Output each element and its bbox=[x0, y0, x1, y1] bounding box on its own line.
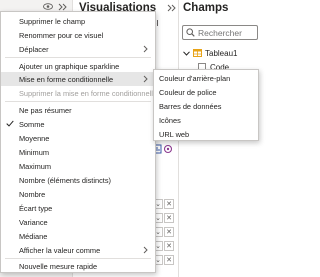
double-chevron-right-icon[interactable] bbox=[58, 3, 67, 11]
menu-item-dont-summarize[interactable]: Ne pas résumer bbox=[1, 103, 155, 117]
submenu-item-data-bars[interactable]: Barres de données bbox=[154, 99, 258, 113]
menu-item-label: Afficher la valeur comme bbox=[19, 245, 101, 255]
menu-item-maximum[interactable]: Maximum bbox=[1, 159, 155, 173]
menu-item-rename[interactable]: Renommer pour ce visuel bbox=[1, 28, 155, 42]
eye-icon[interactable] bbox=[43, 3, 53, 10]
menu-item-remove-field[interactable]: Supprimer le champ bbox=[1, 14, 155, 28]
menu-item-median[interactable]: Médiane bbox=[1, 229, 155, 243]
menu-item-label: Maximum bbox=[19, 161, 52, 171]
table-name: Tableau1 bbox=[205, 48, 238, 58]
menu-item-label: Médiane bbox=[19, 231, 48, 241]
menu-item-label: Nombre (éléments distincts) bbox=[19, 175, 112, 185]
menu-item-label: Ajouter un graphique sparkline bbox=[19, 61, 120, 71]
submenu-item-background-color[interactable]: Couleur d'arrière-plan bbox=[154, 71, 258, 85]
menu-item-add-sparkline[interactable]: Ajouter un graphique sparkline bbox=[1, 59, 155, 73]
chevron-down-icon[interactable] bbox=[183, 50, 190, 56]
menu-item-label: Moyenne bbox=[19, 133, 50, 143]
chevron-right-icon bbox=[143, 45, 148, 53]
submenu-item-label: Couleur d'arrière-plan bbox=[159, 73, 231, 83]
checkmark-icon bbox=[6, 120, 14, 127]
chevron-right-icon bbox=[143, 246, 148, 254]
submenu-item-icons[interactable]: Icônes bbox=[154, 113, 258, 127]
menu-separator bbox=[5, 101, 151, 102]
submenu-item-label: Barres de données bbox=[159, 101, 222, 111]
menu-item-sum[interactable]: Somme bbox=[1, 117, 155, 131]
table-item[interactable]: Tableau1 bbox=[183, 47, 237, 59]
menu-item-label: Ne pas résumer bbox=[19, 105, 72, 115]
menu-item-label: Supprimer la mise en forme conditionnell… bbox=[19, 88, 158, 98]
menu-item-label: Mise en forme conditionnelle bbox=[19, 74, 114, 84]
menu-item-remove-conditional-formatting: Supprimer la mise en forme conditionnell… bbox=[1, 86, 158, 100]
menu-item-label: Déplacer bbox=[19, 44, 49, 54]
search-box[interactable] bbox=[182, 25, 258, 40]
conditional-formatting-submenu: Couleur d'arrière-plan Couleur de police… bbox=[153, 69, 259, 141]
submenu-item-label: Couleur de police bbox=[159, 87, 217, 97]
close-icon[interactable]: ✕ bbox=[164, 240, 174, 251]
menu-item-label: Renommer pour ce visuel bbox=[19, 30, 104, 40]
menu-item-label: Nouvelle mesure rapide bbox=[19, 261, 98, 271]
menu-item-minimum[interactable]: Minimum bbox=[1, 145, 155, 159]
submenu-item-label: Icônes bbox=[159, 115, 181, 125]
menu-item-label: Supprimer le champ bbox=[19, 16, 86, 26]
submenu-item-font-color[interactable]: Couleur de police bbox=[154, 85, 258, 99]
submenu-item-label: URL web bbox=[159, 129, 190, 139]
close-icon[interactable]: ✕ bbox=[164, 212, 174, 223]
context-menu: Supprimer le champ Renommer pour ce visu… bbox=[0, 11, 158, 273]
search-icon bbox=[186, 28, 195, 37]
chevron-right-icon bbox=[143, 75, 148, 83]
menu-item-std-dev[interactable]: Écart type bbox=[1, 201, 155, 215]
close-icon[interactable]: ✕ bbox=[164, 254, 174, 265]
fields-title: Champs bbox=[183, 2, 229, 14]
menu-item-label: Écart type bbox=[19, 203, 53, 213]
menu-item-average[interactable]: Moyenne bbox=[1, 131, 155, 145]
menu-item-label: Variance bbox=[19, 217, 48, 227]
menu-item-variance[interactable]: Variance bbox=[1, 215, 155, 229]
menu-item-count[interactable]: Nombre bbox=[1, 187, 155, 201]
analytics-icon[interactable] bbox=[163, 144, 173, 154]
menu-item-show-value-as[interactable]: Afficher la valeur comme bbox=[1, 243, 155, 257]
menu-item-count-distinct[interactable]: Nombre (éléments distincts) bbox=[1, 173, 155, 187]
menu-item-label: Minimum bbox=[19, 147, 49, 157]
search-input[interactable] bbox=[198, 27, 256, 38]
table-icon bbox=[193, 49, 202, 57]
submenu-item-web-url[interactable]: URL web bbox=[154, 127, 258, 141]
double-chevron-right-icon[interactable] bbox=[167, 4, 176, 12]
menu-separator bbox=[5, 57, 151, 58]
menu-item-new-quick-measure[interactable]: Nouvelle mesure rapide bbox=[1, 259, 155, 273]
close-icon[interactable]: ✕ bbox=[164, 226, 174, 237]
menu-item-move[interactable]: Déplacer bbox=[1, 42, 155, 56]
menu-item-conditional-formatting[interactable]: Mise en forme conditionnelle bbox=[1, 72, 155, 86]
close-icon[interactable]: ✕ bbox=[164, 198, 174, 209]
menu-item-label: Nombre bbox=[19, 189, 46, 199]
menu-item-label: Somme bbox=[19, 119, 45, 129]
